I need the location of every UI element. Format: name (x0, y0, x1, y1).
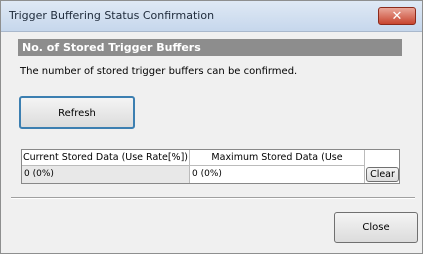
title-bar[interactable]: Trigger Buffering Status Confirmation ✕ (1, 1, 422, 32)
close-button[interactable]: Close (334, 212, 418, 243)
section-header-label: No. of Stored Trigger Buffers (22, 41, 201, 54)
refresh-button[interactable]: Refresh (19, 96, 135, 129)
clear-button[interactable]: Clear (366, 167, 399, 182)
dialog-window: Trigger Buffering Status Confirmation ✕ … (0, 0, 423, 254)
header-maximum-stored: Maximum Stored Data (Use Rate[%]) (190, 150, 365, 179)
divider (11, 197, 415, 199)
section-header: No. of Stored Trigger Buffers (18, 39, 402, 56)
window-title: Trigger Buffering Status Confirmation (9, 9, 215, 22)
close-icon[interactable]: ✕ (378, 7, 416, 25)
buffer-table: Current Stored Data (Use Rate[%]) Maximu… (21, 149, 400, 184)
current-stored-value: 0 (0%) (22, 166, 190, 183)
description-text: The number of stored trigger buffers can… (20, 66, 298, 77)
header-current-stored: Current Stored Data (Use Rate[%]) (22, 150, 190, 166)
maximum-stored-value: 0 (0%) (190, 166, 365, 183)
